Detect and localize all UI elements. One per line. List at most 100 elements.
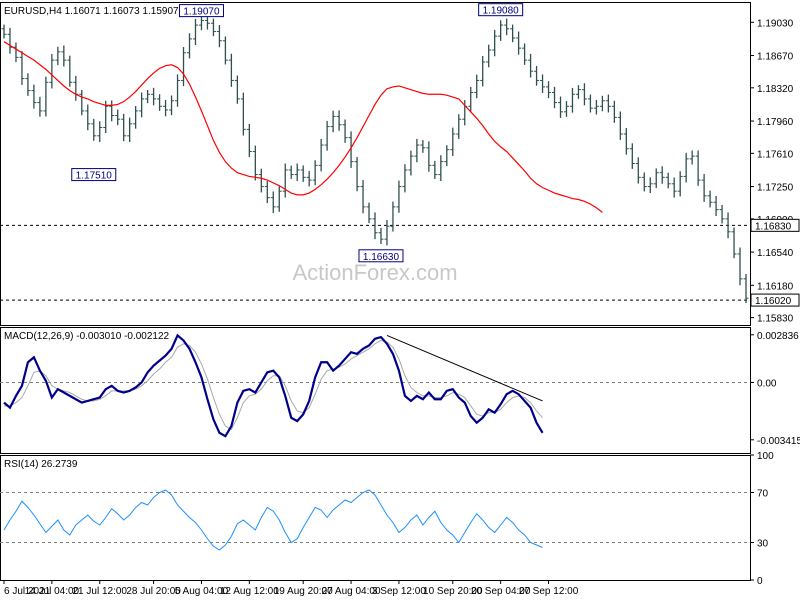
ohlc-bar xyxy=(486,44,492,68)
ohlc-bar xyxy=(552,86,558,109)
ohlc-bar xyxy=(85,104,91,131)
macd-y-tick-label: 0.00 xyxy=(757,378,777,389)
rsi-pane-frame xyxy=(0,455,751,581)
ohlc-bar xyxy=(61,45,67,67)
price-y-tick-label: 1.17610 xyxy=(757,149,794,160)
ohlc-bar xyxy=(522,43,528,65)
ohlc-bar xyxy=(534,65,540,86)
level-label: 1.16830 xyxy=(755,221,792,232)
ohlc-bar xyxy=(599,95,605,112)
ohlc-bar xyxy=(540,74,546,93)
ohlc-bar xyxy=(593,99,599,115)
rsi-y-tick-label: 70 xyxy=(757,489,769,500)
ohlc-bar xyxy=(575,85,581,99)
ohlc-bar xyxy=(354,156,360,192)
level-label: 1.16020 xyxy=(755,296,792,307)
ohlc-bar xyxy=(169,95,175,116)
ohlc-bar xyxy=(498,20,504,41)
x-axis-tick-label: 27 Sep 12:00 xyxy=(519,586,579,597)
ohlc-bar xyxy=(318,138,324,172)
ohlc-bar xyxy=(366,202,372,224)
ohlc-bar xyxy=(689,150,695,165)
ohlc-bar xyxy=(276,186,282,212)
ohlc-bar xyxy=(605,94,611,113)
price-y-tick-label: 1.16540 xyxy=(757,248,794,259)
macd-y-tick-label: -0.003415 xyxy=(757,436,800,447)
ohlc-bar xyxy=(264,181,270,204)
ohlc-bar xyxy=(713,195,719,216)
ohlc-bar xyxy=(139,92,145,118)
price-annotation-label: 1.19080 xyxy=(483,6,520,17)
ohlc-bar xyxy=(67,55,73,87)
x-axis-tick-label: 14 Jul 04:00 xyxy=(25,586,80,597)
ohlc-bar xyxy=(43,76,49,117)
ohlc-bar xyxy=(563,101,569,117)
ohlc-bar xyxy=(450,127,456,157)
ohlc-bar xyxy=(420,140,426,153)
ohlc-bar xyxy=(683,152,689,183)
ohlc-bar xyxy=(258,168,264,193)
ohlc-bar xyxy=(109,100,115,122)
ohlc-bar xyxy=(210,18,216,37)
ohlc-bar xyxy=(360,180,366,214)
ohlc-bar xyxy=(384,219,390,246)
ohlc-bar xyxy=(617,111,623,140)
ohlc-bar xyxy=(282,163,288,198)
ohlc-bar xyxy=(677,171,683,197)
price-y-tick-label: 1.17250 xyxy=(757,183,794,194)
x-axis-tick-label: 28 Jul 20:00 xyxy=(126,586,181,597)
ohlc-bar xyxy=(396,180,402,213)
ohlc-bar xyxy=(216,25,222,48)
ohlc-bar xyxy=(653,168,659,189)
ohlc-bar xyxy=(737,247,743,286)
macd-y-tick-label: 0.002836 xyxy=(757,331,799,342)
ohlc-bar xyxy=(300,165,306,182)
rsi-y-tick-label: 30 xyxy=(757,539,769,550)
watermark: ActionForex.com xyxy=(292,260,457,285)
ohlc-bar xyxy=(671,177,677,198)
eurusd-chart: ActionForex.com EURUSD,H4 1.16071 1.16073… xyxy=(0,0,800,600)
rsi-y-tick-label: 0 xyxy=(757,576,763,587)
ohlc-bar xyxy=(234,75,240,104)
ohlc-bar xyxy=(743,273,749,304)
ohlc-bar xyxy=(55,46,61,66)
ohlc-bar xyxy=(192,18,198,45)
ohlc-bar xyxy=(127,117,133,143)
chart-svg: ActionForex.comEURUSD,H4 1.16071 1.16073… xyxy=(0,2,800,597)
ohlc-bar xyxy=(414,138,420,163)
ohlc-bar xyxy=(31,84,37,109)
ohlc-bar xyxy=(306,170,312,187)
ohlc-bar xyxy=(444,145,450,167)
ohlc-bar xyxy=(432,160,438,180)
ohlc-bar xyxy=(1,24,7,39)
ohlc-bar xyxy=(581,83,587,106)
ohlc-bar xyxy=(647,177,653,193)
macd-line xyxy=(3,333,544,438)
price-y-tick-label: 1.16180 xyxy=(757,281,794,292)
ohlc-bar xyxy=(402,164,408,193)
ohlc-bar xyxy=(97,121,103,142)
ohlc-bar xyxy=(330,110,336,133)
ohlc-bar xyxy=(611,100,617,123)
ohlc-bar xyxy=(115,109,121,126)
rsi-header: RSI(14) 26.2739 xyxy=(4,459,78,470)
ohlc-bar xyxy=(701,174,707,202)
ohlc-bar xyxy=(270,191,276,214)
ohlc-bar xyxy=(546,81,552,99)
ohlc-bar xyxy=(288,165,294,179)
ohlc-bar xyxy=(187,33,192,59)
ohlc-bar xyxy=(222,36,228,65)
ohlc-bar xyxy=(145,90,151,104)
ohlc-bar xyxy=(37,96,43,117)
ohlc-bar xyxy=(252,145,258,181)
rsi-y-tick-label: 100 xyxy=(757,451,774,462)
ohlc-bar xyxy=(133,106,139,129)
ohlc-bar xyxy=(294,163,300,182)
ohlc-bar xyxy=(228,53,234,87)
ohlc-bar xyxy=(7,27,13,54)
ohlc-bar xyxy=(635,157,641,184)
x-axis-tick-label: 3 Sep 12:00 xyxy=(372,586,426,597)
ohlc-bar xyxy=(342,119,348,143)
ohlc-bar xyxy=(91,118,97,141)
ohlc-bar xyxy=(13,42,19,63)
